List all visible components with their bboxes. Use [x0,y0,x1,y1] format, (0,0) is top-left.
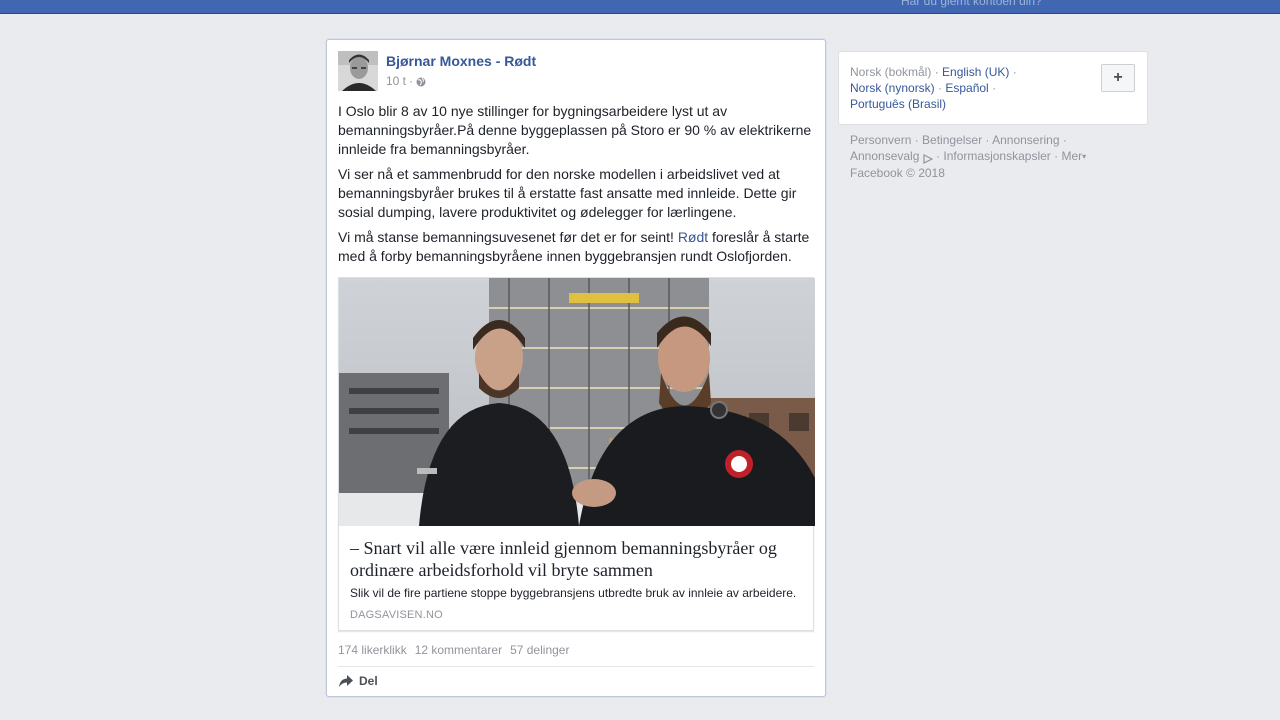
language-list: Norsk (bokmål) · English (UK) · Norsk (n… [850,65,1017,111]
copyright: Facebook © 2018 [850,165,945,180]
top-navigation-bar: Har du glemt kontoen din? [0,0,1280,14]
post-meta: 10 t · [386,74,426,88]
post-paragraph: I Oslo blir 8 av 10 nye stillinger for b… [338,103,812,157]
share-button[interactable]: Del [338,674,378,688]
footer-link-privacy[interactable]: Personvern [850,133,911,147]
globe-icon [416,76,426,87]
link-source-domain: DAGSAVISEN.NO [350,609,443,621]
post-author-name[interactable]: Bjørnar Moxnes - Rødt [386,53,536,69]
footer-link-advertising[interactable]: Annonsering [992,133,1059,147]
footer-link-terms[interactable]: Betingelser [922,133,982,147]
share-label: Del [359,674,378,688]
share-arrow-icon [338,674,354,688]
post-paragraph: Vi ser nå et sammenbrudd for den norske … [338,166,797,220]
footer-link-cookies[interactable]: Informasjonskapsler [943,149,1050,163]
language-link[interactable]: English (UK) [942,65,1009,79]
caret-down-icon[interactable]: ▾ [1082,149,1086,165]
language-link[interactable]: Norsk (nynorsk) [850,81,935,95]
footer-link-adchoices[interactable]: Annonsevalg [850,149,919,163]
divider [338,666,814,667]
post-text: I Oslo blir 8 av 10 nye stillinger for b… [338,102,814,272]
link-headline[interactable]: – Snart vil alle være innleid gjennom be… [350,537,800,581]
add-language-button[interactable]: + [1101,64,1135,92]
language-link[interactable]: Português (Brasil) [850,97,946,111]
link-preview-image[interactable] [339,278,815,526]
adchoices-icon[interactable] [923,152,934,164]
meta-separator: · [409,74,414,88]
current-language: Norsk (bokmål) [850,65,932,79]
post-card: Bjørnar Moxnes - Rødt 10 t · I Oslo blir… [326,39,826,697]
link-description: Slik vil de fire partiene stoppe byggebr… [350,586,797,600]
language-link[interactable]: Español [945,81,988,95]
post-paragraph: Vi må stanse bemanningsuvesenet før det … [338,228,814,266]
paragraph-text: Vi må stanse bemanningsuvesenet før det … [338,229,678,245]
shared-link-card[interactable]: – Snart vil alle være innleid gjennom be… [338,277,815,631]
shares-count[interactable]: 57 delinger [510,643,569,657]
language-selector-box: Norsk (bokmål) · English (UK) · Norsk (n… [838,51,1148,125]
author-avatar[interactable] [338,51,378,91]
post-stats: 174 likerklikk 12 kommentarer 57 delinge… [338,643,569,657]
post-timestamp[interactable]: 10 t [386,74,406,88]
page-mention-link[interactable]: Rødt [678,229,708,245]
forgot-account-link[interactable]: Har du glemt kontoen din? [901,0,1042,8]
plus-icon: + [1113,69,1123,86]
likes-count[interactable]: 174 likerklikk [338,643,407,657]
comments-count[interactable]: 12 kommentarer [415,643,502,657]
footer-links: Personvern · Betingelser · Annonsering ·… [850,133,1087,180]
footer-link-more[interactable]: Mer [1061,149,1082,163]
